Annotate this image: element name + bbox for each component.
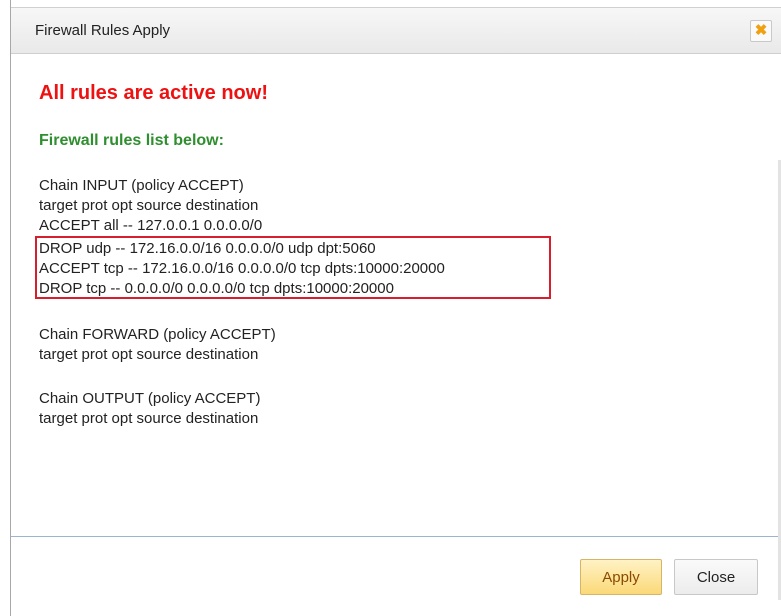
close-button[interactable]: Close: [674, 559, 758, 595]
output-column-header: target prot opt source destination: [39, 410, 259, 427]
input-chain-label: Chain INPUT (policy ACCEPT): [39, 177, 244, 194]
input-column-header: target prot opt source destination: [39, 197, 259, 214]
footer-divider: [11, 536, 781, 537]
output-chain-label: Chain OUTPUT (policy ACCEPT): [39, 390, 261, 407]
highlight-box: [35, 236, 551, 299]
forward-column-header: target prot opt source destination: [39, 346, 259, 363]
dialog-title: Firewall Rules Apply: [35, 22, 171, 39]
rule-line: ACCEPT all -- 127.0.0.1 0.0.0.0/0: [39, 217, 263, 234]
firewall-rules-dialog: Firewall Rules Apply ✖ All rules are act…: [10, 0, 781, 616]
forward-chain-label: Chain FORWARD (policy ACCEPT): [39, 326, 276, 343]
dialog-titlebar: Firewall Rules Apply ✖: [11, 7, 781, 54]
apply-button[interactable]: Apply: [580, 559, 662, 595]
rules-list-heading: Firewall rules list below:: [39, 132, 224, 149]
close-icon[interactable]: ✖: [750, 20, 772, 42]
status-headline: All rules are active now!: [39, 82, 268, 104]
